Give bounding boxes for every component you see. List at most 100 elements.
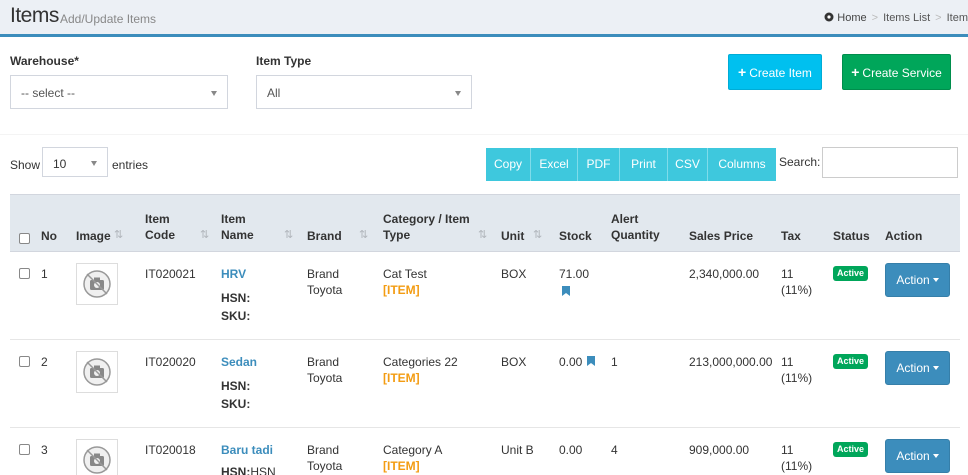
item-type-tag: [ITEM]	[383, 459, 420, 473]
item-name-link[interactable]: HRV	[221, 266, 246, 282]
status-badge: Active	[833, 266, 869, 281]
print-button[interactable]: Print	[620, 148, 668, 181]
select-all-checkbox[interactable]	[19, 233, 30, 244]
table-row: 1 IT020021 HRV HSN: SKU: Brand Toyota Cat…	[10, 252, 960, 340]
entries-label: entries	[112, 158, 149, 172]
plus-icon: +	[851, 64, 860, 80]
content-header: Items Add/Update Items Home > Items List > I…	[0, 0, 968, 34]
search-input[interactable]	[822, 147, 958, 178]
col-tax[interactable]: Tax	[781, 228, 801, 244]
columns-button[interactable]: Columns	[708, 148, 776, 181]
col-unit[interactable]: Unit	[501, 228, 524, 244]
unit-cell: Unit B	[501, 443, 534, 457]
no-image-icon	[83, 358, 111, 386]
sales-price-cell: 2,340,000.00	[689, 267, 760, 281]
chevron-down-icon	[211, 91, 217, 96]
copy-button[interactable]: Copy	[486, 148, 531, 181]
sku-label: SKU:	[221, 397, 251, 411]
table-row: 2 IT020020 Sedan HSN: SKU: Brand Toyota C…	[10, 340, 960, 428]
plus-icon: +	[738, 64, 747, 80]
hsn-label: HSN:	[221, 379, 251, 393]
alert-quantity-cell: 1	[611, 355, 618, 369]
col-category[interactable]: Category / Item Type	[383, 211, 470, 243]
entries-length-select[interactable]: 10	[42, 147, 108, 177]
item-type-tag: [ITEM]	[383, 283, 420, 297]
pdf-button[interactable]: PDF	[578, 148, 620, 181]
search-label: Search:	[779, 155, 821, 169]
item-type-select[interactable]: All	[256, 75, 472, 109]
no-image-icon	[83, 446, 111, 474]
row-checkbox[interactable]	[19, 268, 30, 279]
col-image[interactable]: Image	[76, 228, 111, 244]
row-no: 3	[41, 443, 48, 457]
col-no[interactable]: No	[41, 228, 57, 244]
col-stock[interactable]: Stock	[559, 228, 592, 244]
table-header: No Image ⇅ Item Code ⇅ Item Name ⇅ Brand ⇅…	[10, 194, 960, 252]
sort-icon: ⇅	[114, 229, 124, 241]
brand-cell: Brand Toyota	[307, 267, 343, 297]
item-type-label: Item Type	[256, 54, 312, 68]
tax-cell: 11 (11%)	[781, 443, 813, 473]
col-item-code[interactable]: Item Code	[145, 211, 175, 243]
brand-cell: Brand Toyota	[307, 355, 343, 385]
row-checkbox[interactable]	[19, 356, 30, 367]
show-label: Show	[10, 158, 41, 172]
csv-button[interactable]: CSV	[668, 148, 708, 181]
sort-icon: ⇅	[359, 229, 369, 241]
table-row: 3 IT020018 Baru tadi HSN:HSN Brand Toyota…	[10, 428, 960, 475]
col-sales-price[interactable]: Sales Price	[689, 228, 753, 244]
excel-button[interactable]: Excel	[531, 148, 578, 181]
no-image-icon	[83, 270, 111, 298]
sort-icon: ⇅	[533, 229, 543, 241]
divider	[0, 134, 968, 135]
category-cell: Categories 22 [ITEM]	[383, 355, 458, 385]
item-type-select-value: All	[267, 86, 281, 100]
page-subtitle: Add/Update Items	[60, 12, 157, 26]
col-action[interactable]: Action	[885, 228, 922, 244]
action-dropdown-button[interactable]: Action	[885, 263, 950, 297]
item-name-link[interactable]: Sedan	[221, 354, 257, 370]
sort-icon: ⇅	[200, 229, 210, 241]
page-title: Items	[10, 4, 59, 27]
dashboard-icon	[824, 12, 834, 22]
row-no: 2	[41, 355, 48, 369]
col-status[interactable]: Status	[833, 228, 870, 244]
sort-icon: ⇅	[478, 229, 488, 241]
stock-cell: 0.00	[559, 443, 583, 457]
create-service-button[interactable]: + Create Service	[842, 54, 951, 90]
action-dropdown-button[interactable]: Action	[885, 439, 950, 473]
sort-icon: ⇅	[284, 229, 294, 241]
sales-price-cell: 909,000.00	[689, 443, 750, 457]
item-name-link[interactable]: Baru tadi	[221, 442, 273, 458]
tax-cell: 11 (11%)	[781, 355, 813, 385]
col-brand[interactable]: Brand	[307, 228, 342, 244]
breadcrumb-items-list[interactable]: Items List	[883, 12, 930, 24]
breadcrumb-home[interactable]: Home	[837, 12, 866, 24]
sales-price-cell: 213,000,000.00	[689, 355, 773, 369]
sku-label: SKU:	[221, 309, 251, 323]
item-image	[76, 263, 118, 305]
warehouse-select[interactable]: -- select --	[10, 75, 228, 109]
caret-down-icon	[932, 366, 939, 370]
tax-cell: 11 (11%)	[781, 267, 813, 297]
chevron-down-icon	[455, 91, 461, 96]
create-item-button[interactable]: + Create Item	[728, 54, 822, 90]
row-no: 1	[41, 267, 48, 281]
unit-cell: BOX	[501, 355, 527, 369]
row-checkbox[interactable]	[19, 444, 30, 455]
warehouse-label: Warehouse*	[10, 54, 79, 68]
col-item-name[interactable]: Item Name	[221, 211, 254, 243]
item-image	[76, 351, 118, 393]
item-image	[76, 439, 118, 475]
bookmark-icon[interactable]	[562, 286, 570, 296]
col-alert-quantity[interactable]: Alert Quantity	[611, 211, 660, 243]
category-cell: Category A [ITEM]	[383, 443, 443, 473]
unit-cell: BOX	[501, 267, 527, 281]
item-code: IT020018	[145, 443, 196, 457]
item-type-tag: [ITEM]	[383, 371, 420, 385]
caret-down-icon	[932, 278, 939, 282]
breadcrumb: Home > Items List > Item	[824, 12, 968, 24]
action-dropdown-button[interactable]: Action	[885, 351, 950, 385]
bookmark-icon[interactable]	[587, 356, 595, 366]
item-code: IT020020	[145, 355, 196, 369]
